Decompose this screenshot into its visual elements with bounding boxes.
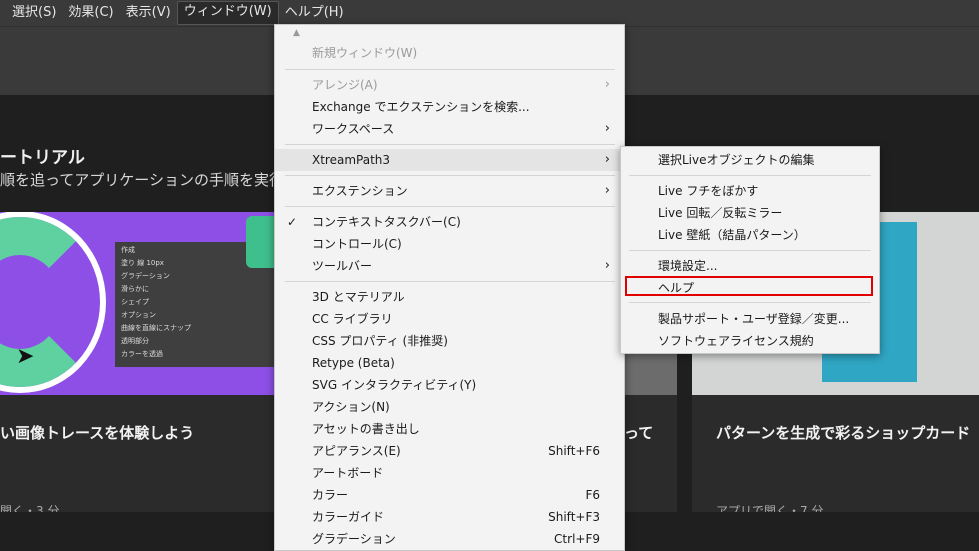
card-meta: 開く・3 分 [0, 504, 60, 512]
check-icon: ✓ [287, 215, 298, 229]
xtreampath3-submenu: 選択Liveオブジェクトの編集 Live フチをぼかす Live 回転／反転ミラ… [620, 146, 880, 354]
menu-window[interactable]: ウィンドウ(W) [176, 1, 279, 25]
card-title: い画像トレースを体験しよう [0, 424, 195, 442]
chevron-right-icon: › [604, 152, 610, 167]
chevron-right-icon: › [604, 258, 610, 273]
menu-item-color-guide[interactable]: カラーガイド Shift+F3 [275, 506, 624, 528]
section-title: ートリアル [0, 148, 85, 168]
section-subtitle: 順を追ってアプリケーションの手順を実行でき [0, 171, 314, 189]
menu-separator [285, 144, 615, 145]
menu-separator [285, 281, 615, 282]
menu-bar: 選択(S) 効果(C) 表示(V) ウィンドウ(W) ヘルプ(H) [0, 0, 979, 26]
submenu-item-license[interactable]: ソフトウェアライセンス規約 [621, 330, 879, 352]
menu-effect[interactable]: 効果(C) [62, 2, 119, 24]
menu-item-artboards[interactable]: アートボード [275, 462, 624, 484]
submenu-item-live-rotate-mirror[interactable]: Live 回転／反転ミラー [621, 202, 879, 224]
shortcut-label: Shift+F6 [548, 444, 600, 458]
panel-gradient: グラデーション [121, 272, 170, 280]
submenu-item-preferences[interactable]: 環境設定... [621, 255, 879, 277]
submenu-item-edit-live-object[interactable]: 選択Liveオブジェクトの編集 [621, 149, 879, 171]
gradient-c-shape-illustration [0, 217, 100, 387]
card-meta: アプリで開く・7 分 [716, 504, 824, 512]
menu-item-color[interactable]: カラー F6 [275, 484, 624, 506]
menu-separator [285, 175, 615, 176]
menu-item-retype[interactable]: Retype (Beta) [275, 352, 624, 374]
menu-item-workspace[interactable]: ワークスペース › [275, 118, 624, 140]
panel-shape: シェイプ [121, 298, 149, 306]
shortcut-label: Ctrl+F9 [554, 532, 600, 546]
window-menu-dropdown: ▲ 新規ウィンドウ(W) アレンジ(A) › Exchange でエクステンション… [274, 24, 625, 551]
submenu-item-support-registration[interactable]: 製品サポート・ユーザ登録／変更... [621, 308, 879, 330]
chevron-right-icon: › [604, 121, 610, 136]
menu-separator [629, 175, 871, 176]
menu-item-actions[interactable]: アクション(N) [275, 396, 624, 418]
panel-color-transparent: カラーを透過 [121, 350, 163, 358]
menu-item-gradient[interactable]: グラデーション Ctrl+F9 [275, 528, 624, 550]
panel-snap: 曲線を直線にスナップ [121, 324, 191, 332]
mouse-pointer-icon: ➤ [16, 344, 35, 369]
panel-transparent: 透明部分 [121, 337, 149, 345]
menu-item-context-taskbar[interactable]: ✓ コンテキストタスクバー(C) [275, 211, 624, 233]
panel-options: オプション [121, 311, 156, 319]
menu-item-arrange[interactable]: アレンジ(A) › [275, 74, 624, 96]
menu-item-css-properties[interactable]: CSS プロパティ (非推奨) [275, 330, 624, 352]
menu-item-toolbar[interactable]: ツールバー › [275, 255, 624, 277]
submenu-item-live-blur-edge[interactable]: Live フチをぼかす [621, 180, 879, 202]
menu-separator [285, 206, 615, 207]
menu-separator [629, 250, 871, 251]
submenu-item-help[interactable]: ヘルプ [625, 276, 873, 296]
submenu-item-live-wallpaper[interactable]: Live 壁紙（結晶パターン） [621, 224, 879, 246]
panel-smooth: 滑らかに [121, 285, 149, 293]
menu-item-control[interactable]: コントロール(C) [275, 233, 624, 255]
card-title: パターンを生成で彩るショップカード [716, 424, 971, 442]
menu-select[interactable]: 選択(S) [6, 2, 62, 24]
menu-view[interactable]: 表示(V) [120, 2, 177, 24]
shortcut-label: Shift+F3 [548, 510, 600, 524]
menu-help[interactable]: ヘルプ(H) [279, 2, 350, 24]
menu-item-asset-export[interactable]: アセットの書き出し [275, 418, 624, 440]
menu-item-xtreampath3[interactable]: XtreamPath3 › [275, 149, 624, 171]
card-title: って [624, 424, 654, 442]
chevron-right-icon: › [604, 183, 610, 198]
shortcut-label: F6 [585, 488, 600, 502]
menu-item-svg-interactivity[interactable]: SVG インタラクティビティ(Y) [275, 374, 624, 396]
menu-item-appearance[interactable]: アピアランス(E) Shift+F6 [275, 440, 624, 462]
menu-item-3d-materials[interactable]: 3D とマテリアル [275, 286, 624, 308]
menu-item-exchange[interactable]: Exchange でエクステンションを検索... [275, 96, 624, 118]
tutorial-card-image-trace[interactable]: 作成 塗り 線 10px グラデーション 滑らかに シェイプ オプション 曲線を… [0, 212, 276, 512]
scroll-up-arrow-icon[interactable]: ▲ [293, 28, 305, 40]
menu-item-new-window[interactable]: 新規ウィンドウ(W) [275, 42, 624, 64]
menu-item-extensions[interactable]: エクステンション › [275, 180, 624, 202]
chevron-right-icon: › [604, 77, 610, 92]
menu-separator [285, 69, 615, 70]
menu-item-cc-libraries[interactable]: CC ライブラリ [275, 308, 624, 330]
green-app-chip [246, 216, 276, 268]
card-thumbnail: 作成 塗り 線 10px グラデーション 滑らかに シェイプ オプション 曲線を… [0, 212, 276, 395]
menu-separator [629, 302, 871, 303]
